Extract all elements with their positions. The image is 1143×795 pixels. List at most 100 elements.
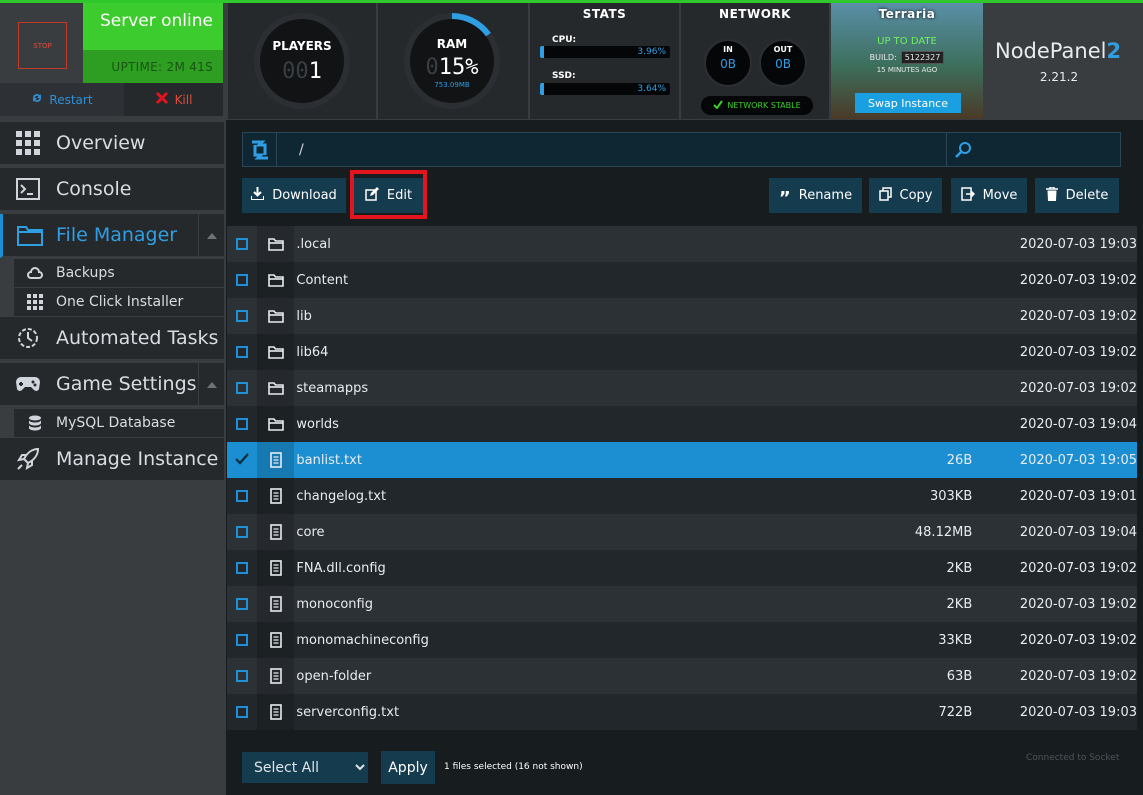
nav-game-settings[interactable]: Game Settings (0, 363, 224, 407)
stats-panel: STATS CPU: 3.96% SSD: 3.64% (530, 3, 679, 119)
network-panel: NETWORK IN 0B OUT 0B NETWORK STABLE (681, 3, 829, 119)
file-name: lib64 (296, 344, 329, 360)
copy-icon (878, 186, 892, 205)
folder-icon (256, 226, 295, 262)
row-checkbox[interactable] (227, 418, 257, 430)
table-row[interactable]: monomachineconfig 33KB 2020-07-03 19:02 (227, 622, 1137, 658)
check-icon (713, 100, 724, 111)
table-row[interactable]: worlds 2020-07-03 19:04 (227, 406, 1137, 442)
file-size: 48.12MB (914, 524, 973, 540)
table-row[interactable]: open-folder 63B 2020-07-03 19:02 (227, 658, 1137, 694)
row-checkbox[interactable] (227, 490, 257, 502)
file-icon (256, 442, 295, 478)
table-row[interactable]: Content 2020-07-03 19:02 (227, 262, 1137, 298)
selection-status: 1 files selected (16 not shown) (444, 762, 583, 772)
checkbox-box (235, 418, 248, 430)
row-checkbox[interactable] (227, 526, 257, 538)
table-row[interactable]: serverconfig.txt 722B 2020-07-03 19:03 (227, 694, 1137, 730)
row-checkbox[interactable] (227, 274, 257, 286)
updated-ago: 15 MINUTES AGO (876, 66, 938, 74)
search-input[interactable] (946, 133, 1121, 166)
file-size: 63B (946, 668, 973, 684)
folder-icon (3, 224, 56, 246)
nav-one-click-installer[interactable]: One Click Installer (14, 287, 224, 316)
copy-button[interactable]: Copy (869, 178, 942, 213)
chevron-up-icon[interactable] (198, 214, 224, 258)
move-button[interactable]: Move (951, 178, 1027, 213)
refresh-icon[interactable] (243, 133, 277, 166)
file-name: FNA.dll.config (296, 560, 386, 576)
file-name: worlds (296, 416, 339, 432)
nav-mysql-database[interactable]: MySQL Database (14, 408, 224, 437)
nav-file-manager-label: File Manager (56, 224, 178, 246)
row-checkbox[interactable] (227, 346, 257, 358)
stop-button[interactable]: STOP (18, 22, 67, 69)
row-checkbox[interactable] (227, 310, 257, 322)
row-checkbox[interactable] (227, 598, 257, 610)
swap-instance-button[interactable]: Swap Instance (855, 93, 961, 113)
row-checkbox[interactable] (227, 634, 257, 646)
file-date: 2020-07-03 19:02 (1019, 344, 1137, 360)
bulk-action-select[interactable]: Select All (242, 752, 368, 783)
kill-button[interactable]: Kill (124, 83, 223, 116)
check-icon (235, 451, 249, 470)
rename-button[interactable]: ” Rename (769, 178, 862, 213)
checkbox-box (235, 634, 248, 646)
table-row[interactable]: monoconfig 2KB 2020-07-03 19:02 (227, 586, 1137, 622)
row-checkbox[interactable] (227, 451, 257, 470)
nav-overview[interactable]: Overview (0, 122, 224, 166)
chevron-up-icon[interactable] (198, 363, 224, 407)
players-gauge: PLAYERS 001 (254, 13, 350, 109)
nav-console-label: Console (56, 178, 132, 200)
checkbox-box (235, 346, 248, 358)
row-checkbox[interactable] (227, 382, 257, 394)
file-size: 2KB (946, 596, 973, 612)
nav-console[interactable]: Console (0, 168, 224, 212)
cpu-value: 3.96% (637, 47, 666, 57)
file-name: open-folder (296, 668, 372, 684)
nav-automated-tasks-label: Automated Tasks (56, 327, 219, 349)
table-row[interactable]: banlist.txt 26B 2020-07-03 19:05 (227, 442, 1137, 478)
nav-file-manager[interactable]: File Manager (0, 214, 224, 258)
trash-icon (1045, 185, 1058, 205)
file-date: 2020-07-03 19:03 (1019, 236, 1137, 252)
ram-used: 753.09MB (434, 81, 470, 89)
folder-icon (256, 406, 295, 442)
table-row[interactable]: steamapps 2020-07-03 19:02 (227, 370, 1137, 406)
folder-icon (256, 298, 295, 334)
row-checkbox[interactable] (227, 562, 257, 574)
cloud-icon (14, 267, 56, 279)
file-name: Content (296, 272, 349, 288)
path-input[interactable] (279, 133, 945, 166)
file-icon (256, 514, 295, 550)
row-checkbox[interactable] (227, 706, 257, 718)
ssd-label: SSD: (552, 71, 576, 81)
checkbox-box (235, 706, 248, 718)
download-button[interactable]: Download (242, 178, 346, 213)
delete-label: Delete (1065, 188, 1109, 203)
table-row[interactable]: changelog.txt 303KB 2020-07-03 19:01 (227, 478, 1137, 514)
file-size: 26B (946, 452, 973, 468)
nav-manage-instance[interactable]: Manage Instance (0, 438, 224, 482)
table-row[interactable]: core 48.12MB 2020-07-03 19:04 (227, 514, 1137, 550)
apply-button[interactable]: Apply (381, 751, 435, 784)
table-row[interactable]: FNA.dll.config 2KB 2020-07-03 19:02 (227, 550, 1137, 586)
table-row[interactable]: lib 2020-07-03 19:02 (227, 298, 1137, 334)
file-name: lib (296, 308, 312, 324)
checkbox-box (235, 310, 248, 322)
nav-mysql-label: MySQL Database (56, 415, 176, 431)
delete-button[interactable]: Delete (1035, 178, 1119, 213)
nav-automated-tasks[interactable]: Automated Tasks (0, 317, 224, 361)
row-checkbox[interactable] (227, 238, 257, 250)
restart-button[interactable]: Restart (0, 83, 124, 116)
net-out-value: 0B (775, 57, 791, 71)
players-panel: PLAYERS 001 (228, 3, 376, 119)
rename-label: Rename (798, 188, 853, 203)
table-row[interactable]: .local 2020-07-03 19:03 (227, 226, 1137, 262)
table-row[interactable]: lib64 2020-07-03 19:02 (227, 334, 1137, 370)
brand-logo: NodePanel2 (995, 39, 1121, 63)
row-checkbox[interactable] (227, 670, 257, 682)
nav-backups[interactable]: Backups (14, 258, 224, 287)
file-size: 33KB (938, 632, 973, 648)
server-status: Server online (99, 11, 213, 31)
